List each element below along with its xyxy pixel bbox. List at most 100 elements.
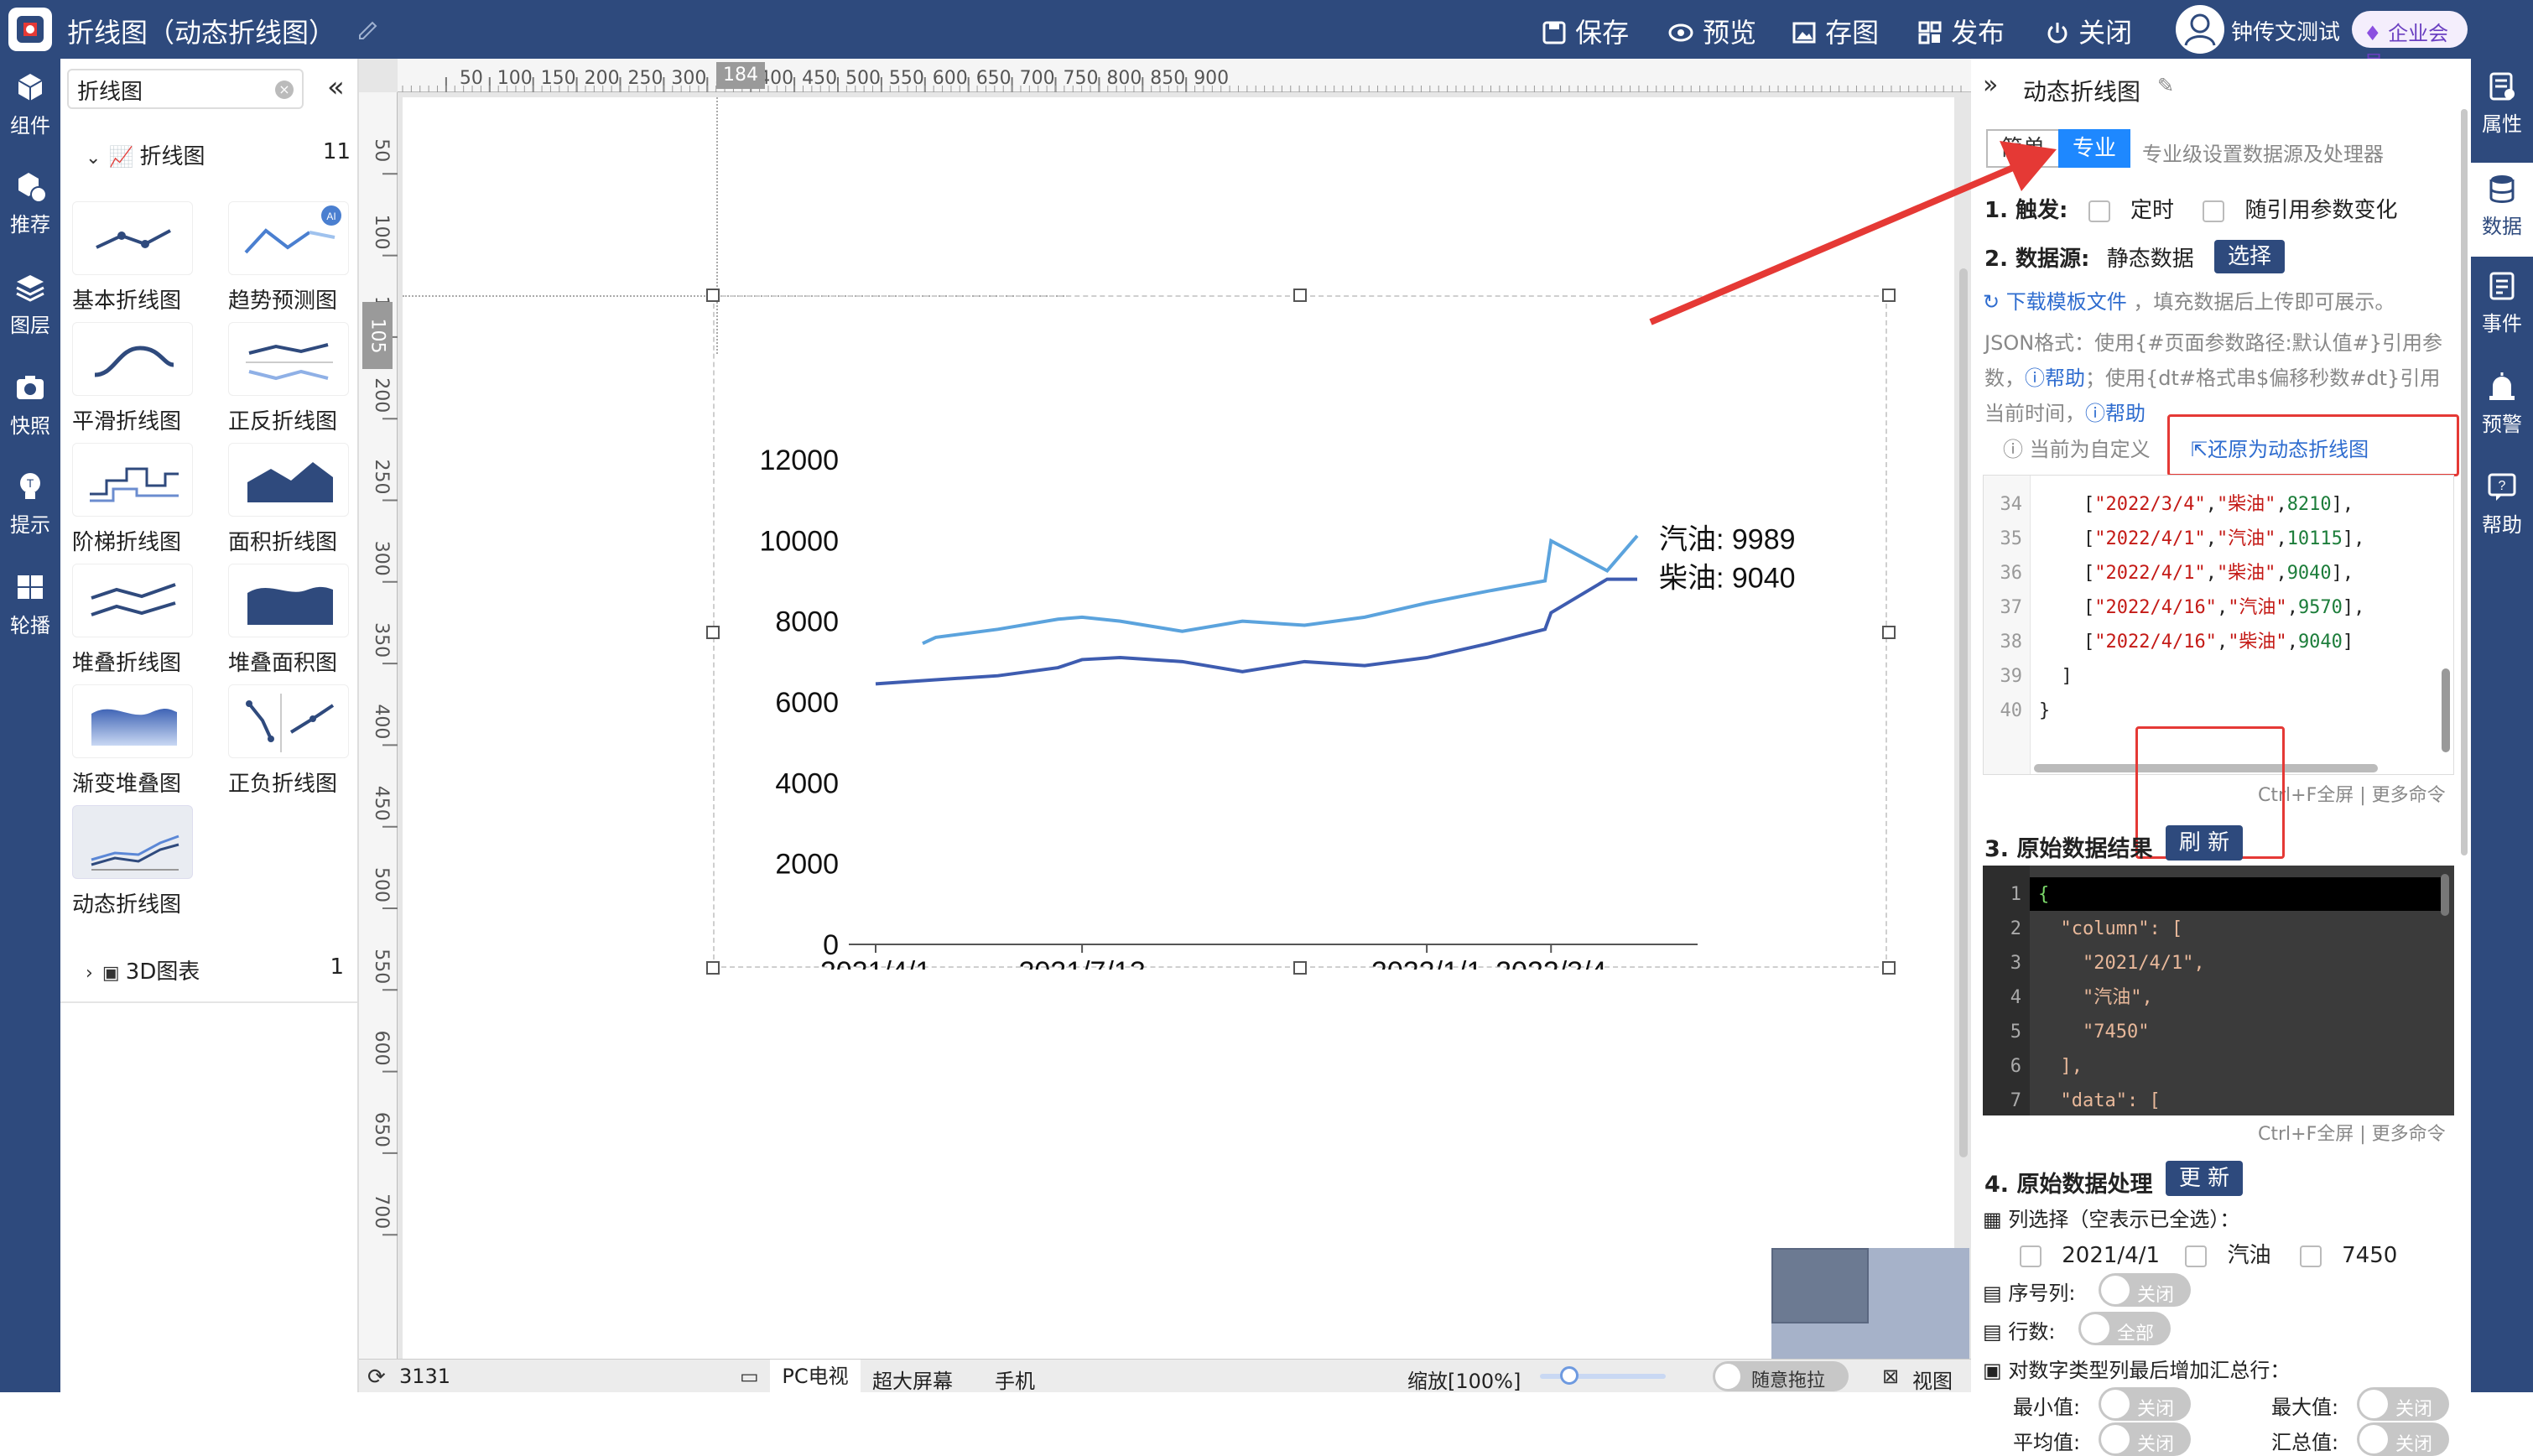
col-checkbox-1[interactable] xyxy=(2020,1245,2041,1267)
tab-bigscreen[interactable]: 超大屏幕 xyxy=(872,1365,953,1394)
resize-handle-tl[interactable] xyxy=(706,289,720,302)
raw-data-label: 3. 原始数据结果 xyxy=(1984,836,2153,862)
resize-handle-br[interactable] xyxy=(1882,961,1896,975)
param-change-checkbox[interactable] xyxy=(2203,200,2225,222)
ruler-label: 300 xyxy=(371,541,392,576)
rail-item-events[interactable]: 事件 xyxy=(2471,270,2533,336)
rail-item-help[interactable]: ? 帮助 xyxy=(2471,471,2533,538)
avatar[interactable] xyxy=(2176,5,2224,54)
collapse-panel-icon[interactable]: « xyxy=(327,70,345,104)
editor-hint-1[interactable]: Ctrl+F全屏 | 更多命令 xyxy=(2258,780,2446,807)
thumb-stacked-line[interactable] xyxy=(72,564,193,637)
tab-pc[interactable]: PC电视 xyxy=(770,1360,861,1393)
line-text: "2021/4/1", xyxy=(2038,953,2205,974)
clear-search-icon[interactable]: × xyxy=(275,81,294,99)
rail-item-components[interactable]: 组件 xyxy=(0,70,60,138)
view-label[interactable]: 视图 xyxy=(1912,1365,1953,1394)
rail-item-alerts[interactable]: 预警 xyxy=(2471,371,2533,437)
rail-item-carousel[interactable]: 轮播 xyxy=(0,570,60,638)
edit-name-icon[interactable]: ✎ xyxy=(2157,74,2174,97)
minimap[interactable] xyxy=(1771,1248,1969,1374)
refresh-button[interactable]: 刷 新 xyxy=(2166,825,2243,861)
help-link-1[interactable]: ⓘ帮助 xyxy=(2025,367,2085,390)
resize-handle-mr[interactable] xyxy=(1882,626,1896,639)
rail-item-properties[interactable]: 属性 xyxy=(2471,70,2533,137)
resize-handle-bl[interactable] xyxy=(706,961,720,975)
page-title: 折线图（动态折线图） xyxy=(67,17,336,49)
edit-title-icon[interactable] xyxy=(356,15,381,44)
raw-data-viewer[interactable]: 1{2 "column": [3 "2021/4/1", 4 "汽油", 5 "74… xyxy=(1983,866,2454,1115)
resize-handle-ml[interactable] xyxy=(706,626,720,639)
col-checkbox-2[interactable] xyxy=(2185,1245,2208,1267)
line-text: "7450" xyxy=(2038,1022,2150,1043)
update-button[interactable]: 更 新 xyxy=(2166,1161,2243,1196)
rail-item-snapshot[interactable]: 快照 xyxy=(0,371,60,439)
close-button[interactable]: 关闭 xyxy=(2045,12,2132,50)
group-header-3d[interactable]: › ▣ 3D图表 1 xyxy=(86,954,351,988)
thumb-dynamic-line[interactable] xyxy=(72,805,193,879)
rows-toggle[interactable]: 全部 xyxy=(2078,1312,2171,1345)
thumb-smooth-line[interactable] xyxy=(72,322,193,396)
preview-button[interactable]: 预览 xyxy=(1667,12,1756,50)
line-chart: 0200040006000800010000120002021/4/12021/… xyxy=(759,445,1795,970)
tab-pro[interactable]: 专业 xyxy=(2058,129,2130,168)
rail-item-tips[interactable]: T 提示 xyxy=(0,470,60,538)
help-link-2[interactable]: ⓘ帮助 xyxy=(2085,402,2146,425)
search-box[interactable]: × xyxy=(67,69,304,109)
ruler-label: 650 xyxy=(976,68,1012,89)
line-text: } xyxy=(2039,700,2051,721)
select-source-button[interactable]: 选择 xyxy=(2214,240,2285,273)
view-icon[interactable]: ⊠ xyxy=(1882,1365,1899,1388)
vertical-scrollbar[interactable] xyxy=(1959,268,1968,1157)
editor-hint-2[interactable]: Ctrl+F全屏 | 更多命令 xyxy=(2258,1119,2446,1146)
thumb-basic-line[interactable] xyxy=(72,201,193,275)
rail-item-layers[interactable]: 图层 xyxy=(0,270,60,338)
ruler-label: 300 xyxy=(671,68,706,89)
resize-handle-tr[interactable] xyxy=(1882,289,1896,302)
rail-item-recommend[interactable]: 推荐 xyxy=(0,169,60,237)
line-text: ["2022/4/16","柴油",9040] xyxy=(2039,632,2354,653)
thumb-step-line[interactable] xyxy=(72,443,193,517)
avg-toggle[interactable]: 关闭 xyxy=(2099,1422,2191,1456)
search-input[interactable] xyxy=(77,76,262,103)
min-toggle[interactable]: 关闭 xyxy=(2099,1387,2191,1421)
ruler-label: 900 xyxy=(1194,68,1229,89)
thumb-gradient-stacked[interactable] xyxy=(72,684,193,758)
zoom-slider-track[interactable] xyxy=(1540,1374,1666,1379)
total-toggle[interactable]: 关闭 xyxy=(2357,1422,2449,1456)
save-image-button[interactable]: 存图 xyxy=(1792,12,1879,50)
json-editor-scrollbar[interactable] xyxy=(2442,668,2450,752)
rail-item-data[interactable]: 数据 xyxy=(2471,163,2533,257)
thumb-pos-neg-line[interactable] xyxy=(228,684,349,758)
minimap-viewport[interactable] xyxy=(1771,1248,1869,1323)
publish-button[interactable]: 发布 xyxy=(1917,12,2005,50)
thumb-stacked-area[interactable] xyxy=(228,564,349,637)
save-button[interactable]: 保存 xyxy=(1542,12,1629,50)
left-rail: 组件 推荐 图层 快照 T 提示 轮播 xyxy=(0,59,60,1392)
tab-simple[interactable]: 简单 xyxy=(1986,129,2058,168)
tab-mobile[interactable]: 手机 xyxy=(995,1365,1035,1394)
download-template-link[interactable]: 下载模板文件 xyxy=(2006,290,2127,314)
free-drag-toggle[interactable]: 随意拖拉 xyxy=(1713,1361,1849,1391)
resize-handle-bc[interactable] xyxy=(1293,961,1307,975)
free-drag-knob xyxy=(1715,1364,1740,1389)
screen-icon[interactable]: ▭ xyxy=(740,1365,759,1388)
col-checkbox-3[interactable] xyxy=(2299,1245,2322,1267)
expand-panel-icon[interactable]: » xyxy=(1983,70,1998,100)
refresh-count-icon[interactable]: ⟳ xyxy=(367,1365,386,1390)
chart-widget[interactable]: 0200040006000800010000120002021/4/12021/… xyxy=(713,295,1887,970)
thumb-area-line[interactable] xyxy=(228,443,349,517)
thumb-trend-forecast[interactable]: AI xyxy=(228,201,349,275)
member-badge[interactable]: ♦ 企业会员 xyxy=(2352,11,2468,75)
group-header-line[interactable]: ⌄ 📈 折线图 11 xyxy=(86,139,351,173)
props-scrollbar[interactable] xyxy=(2461,109,2468,855)
seq-column-toggle[interactable]: 关闭 xyxy=(2099,1273,2191,1307)
raw-data-scrollbar[interactable] xyxy=(2441,874,2449,916)
max-toggle[interactable]: 关闭 xyxy=(2357,1387,2449,1421)
timer-checkbox[interactable] xyxy=(2088,200,2110,222)
resize-handle-tc[interactable] xyxy=(1293,289,1307,302)
thumb-positive-negative-line[interactable] xyxy=(228,322,349,396)
zoom-slider-thumb[interactable] xyxy=(1560,1366,1579,1385)
ruler-label: 600 xyxy=(371,1031,392,1066)
source-row: 2. 数据源: 静态数据 xyxy=(1984,242,2194,273)
